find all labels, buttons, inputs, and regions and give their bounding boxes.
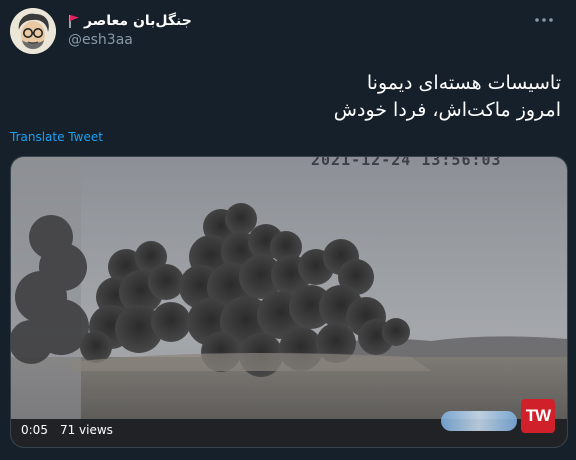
video-views: 71 views	[59, 423, 113, 437]
tweet-text-line-2: امروز ماکت‌اش، فردا خودش	[333, 99, 561, 121]
author-name-row[interactable]: جنگل‌بان معاصر	[68, 11, 192, 31]
avatar-image	[10, 8, 56, 54]
video-overlay-timestamp: 2021-12-24 13:56:03	[311, 156, 502, 169]
tweet-text-line-1: تاسیسات هسته‌ای دیمونا	[366, 72, 561, 94]
translate-tweet-link[interactable]: Translate Tweet	[10, 130, 103, 144]
video-frame	[11, 157, 567, 447]
tweet-text: تاسیسات هسته‌ای دیمونا امروز ماکت‌اش، فر…	[41, 70, 561, 124]
red-flag-icon	[68, 14, 80, 28]
channel-logo: TW	[521, 399, 555, 433]
video-duration: 0:05	[21, 423, 48, 437]
video-player[interactable]: 2021-12-24 13:56:03 TW 0:05 71 views	[10, 156, 568, 448]
author-display-name: جنگل‌بان معاصر	[84, 13, 192, 29]
more-options-icon[interactable]	[532, 10, 556, 30]
video-meta: 0:05 71 views	[21, 423, 113, 437]
channel-banner	[441, 411, 517, 431]
avatar[interactable]	[10, 8, 56, 54]
author-handle[interactable]: @esh3aa	[68, 32, 133, 48]
